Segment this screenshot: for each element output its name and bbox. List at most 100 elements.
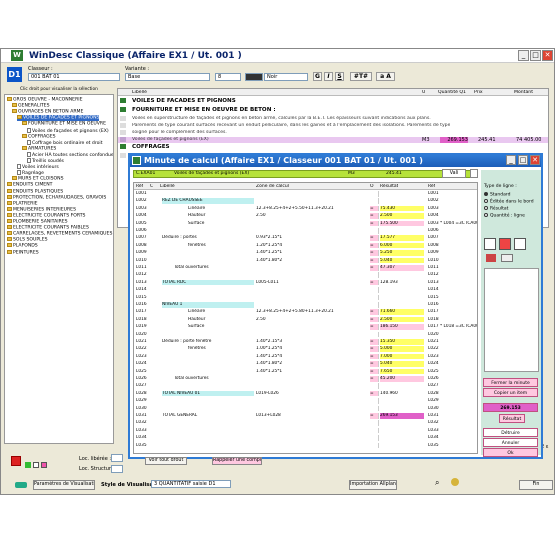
radio-button-icon[interactable] xyxy=(484,206,488,210)
flag-icon[interactable] xyxy=(486,254,496,262)
ok-button[interactable]: Ok xyxy=(483,448,538,457)
calc-row[interactable]: L026 Total ouvertures = 45.200 L026 xyxy=(134,376,477,382)
calc-row[interactable]: L006 L006 xyxy=(134,228,477,234)
descriptive-row[interactable]: Voiles de façades et pignons (EX) M3 269.1… xyxy=(118,137,548,143)
pink-square-icon[interactable] xyxy=(41,462,47,468)
calc-row[interactable]: L017 Linéaire 12.3+8.25+4+2+5.80+11.3+20.2… xyxy=(134,309,477,315)
tree-item[interactable]: MENUISERIES INTERIEURES xyxy=(7,206,76,212)
calc-row[interactable]: L031 TOTAL GENERAL L013+L028 = 269.153 L031 xyxy=(134,413,477,419)
descriptive-row[interactable]: Parements de type courant surfacés recev… xyxy=(118,123,548,129)
tree-item[interactable]: FOURNITURE ET MISE EN OEUVRE xyxy=(22,121,106,127)
minimize-button[interactable]: _ xyxy=(518,50,529,61)
calc-row[interactable]: L034 L034 xyxy=(134,435,477,441)
voir-tout-button[interactable]: Voir tout drout xyxy=(145,457,187,465)
calc-row[interactable]: L010 1.40*1.80*2 = 5.040 L010 xyxy=(134,257,477,264)
calc-row[interactable]: L023 1.40*1.25*4 = 7.000 L023 xyxy=(134,353,477,360)
tree-item[interactable]: PROTECTION, ECHAFAUDAGES, GRAVOIS xyxy=(7,194,106,200)
tree-item[interactable]: PLAFONDS xyxy=(7,243,38,249)
close-button[interactable]: ✕ xyxy=(542,50,553,61)
radio-button-icon[interactable] xyxy=(484,192,488,196)
calc-row[interactable]: L001 L001 xyxy=(134,191,477,197)
tree-item[interactable]: Acier HA toutes sections confondues xyxy=(27,151,113,158)
radio-button-icon[interactable] xyxy=(484,199,488,203)
copier-item-button[interactable]: Copier un item xyxy=(483,388,538,397)
calc-row[interactable]: L005Surface=175.500L003 * L004 =3C ICA00… xyxy=(134,220,477,227)
color-swatch[interactable] xyxy=(245,73,263,81)
italic-button[interactable]: I xyxy=(324,72,333,81)
tree-item[interactable]: ELECTRICITE COURANTS FORTS xyxy=(7,212,85,218)
tree-item[interactable]: Ragréage xyxy=(17,170,44,176)
calc-row[interactable]: L019Surface=186.150L017 * L018 =3C ICA00… xyxy=(134,324,477,330)
type-ligne-radio[interactable]: Standard xyxy=(484,192,510,198)
tree-item[interactable]: Voiles intérieurs xyxy=(17,164,59,170)
variante-select[interactable]: Base xyxy=(125,73,210,81)
visualisation-icon[interactable] xyxy=(15,482,27,488)
resultat-button[interactable]: Résultat xyxy=(499,414,525,423)
calc-row[interactable]: L007 Déduire : portes 0.93*2.15*1 = 17.577 L0… xyxy=(134,235,477,241)
descriptive-row[interactable]: soigné pour le complément des surfaces. xyxy=(118,130,548,136)
parametres-button[interactable]: Paramètres de Visualisation xyxy=(33,480,95,490)
tree-item[interactable]: OUVRAGES EN BETON ARME xyxy=(12,109,83,115)
search-icon[interactable]: ⌕ xyxy=(435,478,439,488)
calc-row[interactable]: L020 L020 xyxy=(134,331,477,338)
marker-button[interactable]: #T# xyxy=(350,72,372,81)
vali-button[interactable]: Vali xyxy=(442,169,466,178)
counter-icon[interactable] xyxy=(501,254,513,262)
calc-maximize-button[interactable]: □ xyxy=(518,155,528,165)
calc-row[interactable]: L030 L030 xyxy=(134,405,477,412)
tree-item[interactable]: CARRELAGES, REVETEMENTS CERAMIQUES xyxy=(7,231,112,237)
descriptive-row[interactable]: VOILES DE FACADES ET PIGNONS xyxy=(118,98,548,104)
tree-item[interactable]: MURS ET CLOISONS xyxy=(12,176,64,182)
loc-liberee-field[interactable] xyxy=(111,454,123,462)
tree-item[interactable]: VOILES DE FACADES ET PIGNONS xyxy=(17,115,100,121)
tree-item[interactable]: COFFRAGES xyxy=(22,133,56,139)
tree-item[interactable]: GENERALITES xyxy=(12,103,50,109)
tree-item[interactable]: ARMATURES xyxy=(22,145,56,151)
tree-item[interactable]: ENDUITS PLASTIQUES xyxy=(7,188,63,194)
tree-item[interactable]: Coffrage bois ordinaire et droit xyxy=(27,139,103,146)
calc-row[interactable]: L025 1.40*1.25*1 = 7.650 L025 xyxy=(134,368,477,375)
white-square-icon[interactable] xyxy=(33,462,39,468)
grid-icon[interactable] xyxy=(514,238,526,250)
calc-row[interactable]: L015 L015 xyxy=(134,294,477,301)
green-square-icon[interactable] xyxy=(25,462,31,468)
annuler-button[interactable]: Annuler xyxy=(483,438,538,447)
tree-item[interactable]: Voiles de façades et pignons (EX) xyxy=(27,127,109,134)
calculator-icon[interactable] xyxy=(484,238,496,250)
book-icon[interactable] xyxy=(11,456,21,466)
calc-row[interactable]: L022 fenêtres 1.00*1.25*4 = 5.000 L022 xyxy=(134,346,477,352)
tree-item[interactable]: ENDUITS CIMENT xyxy=(7,182,52,188)
detruire-button[interactable]: Détruire xyxy=(483,428,538,437)
calc-row[interactable]: L003 Linéaire 12.3+8.25+4+2+5.50+11.3+20.2… xyxy=(134,205,477,212)
fin-button[interactable]: Fin xyxy=(519,480,553,490)
calc-row[interactable]: L035 L035 xyxy=(134,442,477,449)
rappeler-button[interactable]: Rappeler une compo xyxy=(212,457,262,465)
bold-button[interactable]: G xyxy=(313,72,322,81)
calc-row[interactable]: L016 NIVEAU 1 L016 xyxy=(134,302,477,308)
tree-item[interactable]: SOLS SOUPLES xyxy=(7,237,48,243)
stats-icon[interactable] xyxy=(499,238,511,250)
maximize-button[interactable]: □ xyxy=(530,50,541,61)
calc-row[interactable]: L014 L014 xyxy=(134,287,477,293)
descriptive-row[interactable]: FOURNITURE ET MISE EN OEUVRE DE BETON : xyxy=(118,107,548,113)
calc-row[interactable]: L027 L027 xyxy=(134,383,477,389)
tree-item[interactable]: ELECTRICITE COURANTS FAIBLES xyxy=(7,225,89,231)
descriptive-row[interactable]: Voiles en superstructure de façades et p… xyxy=(118,116,548,122)
underline-button[interactable]: S xyxy=(335,72,344,81)
calc-row[interactable]: L018 Hauteur 2.50 = 2.500 L018 xyxy=(134,316,477,323)
calc-row[interactable]: L002 REZ DE CHAUSSEE L002 xyxy=(134,198,477,204)
tree-item[interactable]: PEINTURES xyxy=(7,249,39,255)
radio-button-icon[interactable] xyxy=(484,213,488,217)
coins-icon[interactable] xyxy=(451,478,459,486)
tree-item[interactable]: PLOMBERIE SANITAIRES xyxy=(7,219,68,225)
calc-row[interactable]: L012 L012 xyxy=(134,272,477,278)
calc-row[interactable]: L029 L029 xyxy=(134,398,477,404)
type-ligne-radio[interactable]: Éditée dans le bord xyxy=(484,199,534,205)
classeur-select[interactable]: 001 BAT 01 xyxy=(28,73,120,81)
calc-row[interactable]: L033 L033 xyxy=(134,427,477,434)
calc-row[interactable]: L032 L032 xyxy=(134,420,477,426)
descriptive-row[interactable]: COFFRAGES xyxy=(118,144,548,150)
case-button[interactable]: a A xyxy=(376,72,395,81)
edit-icon[interactable] xyxy=(470,169,478,178)
loc-structuree-field[interactable] xyxy=(111,465,123,473)
